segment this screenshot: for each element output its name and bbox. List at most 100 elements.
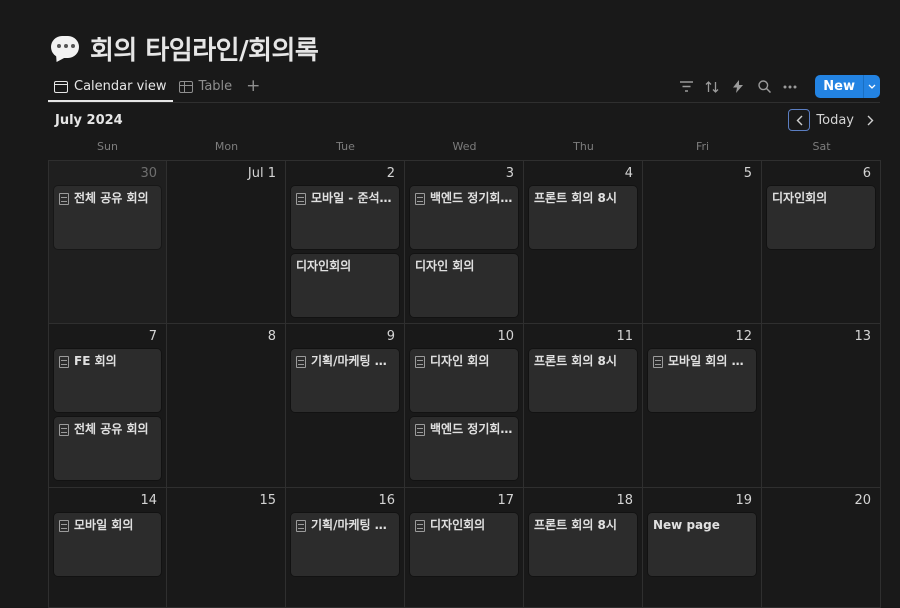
day-cell[interactable]: 15	[167, 488, 286, 608]
event-title: FE 회의	[74, 354, 117, 368]
day-cell[interactable]: 17 디자인회의	[405, 488, 524, 608]
speech-bubble-icon[interactable]	[50, 34, 80, 65]
event-list: 프론트 회의 8시	[529, 513, 637, 576]
day-cell[interactable]: 4 프론트 회의 8시	[524, 161, 643, 324]
sort-icon[interactable]	[703, 78, 721, 96]
event-card[interactable]: 기획/마케팅 회...	[291, 349, 399, 412]
day-cell[interactable]: 12 모바일 회의 밤9시	[643, 324, 762, 488]
day-cell[interactable]: 30 전체 공유 회의	[48, 161, 167, 324]
day-number: 18	[616, 493, 633, 508]
event-card[interactable]: 백엔드 정기회의...	[410, 186, 518, 249]
event-card[interactable]: 디자인 회의	[410, 349, 518, 412]
event-title: 백엔드 정기회의...	[430, 191, 513, 205]
event-card[interactable]: 모바일 회의	[54, 513, 161, 576]
day-cell[interactable]: 8	[167, 324, 286, 488]
event-list: 백엔드 정기회의... 디자인 회의	[410, 186, 518, 317]
filter-icon[interactable]	[677, 78, 695, 96]
event-list: 전체 공유 회의	[54, 186, 161, 249]
event-card[interactable]: 프론트 회의 8시	[529, 513, 637, 576]
day-number: 17	[497, 493, 514, 508]
day-cell[interactable]: 19 New page	[643, 488, 762, 608]
event-list: 모바일 회의	[54, 513, 161, 576]
event-list: 모바일 회의 밤9시	[648, 349, 756, 412]
day-number: 16	[378, 493, 395, 508]
event-card[interactable]: 프론트 회의 8시	[529, 186, 637, 249]
tab-table[interactable]: Table	[173, 76, 239, 102]
event-card[interactable]: 디자인회의	[767, 186, 875, 249]
day-cell[interactable]: 2 모바일 - 준석 애플... 디자인회의	[286, 161, 405, 324]
event-list: 모바일 - 준석 애플... 디자인회의	[291, 186, 399, 317]
weekday-label: Tue	[336, 140, 355, 153]
tab-calendar-view[interactable]: Calendar view	[48, 76, 173, 102]
day-cell[interactable]: 6 디자인회의	[762, 161, 881, 324]
event-title: New page	[653, 518, 720, 532]
day-number: 5	[743, 166, 752, 181]
day-cell[interactable]: 9 기획/마케팅 회...	[286, 324, 405, 488]
event-list: 디자인회의	[767, 186, 875, 249]
day-number: 7	[148, 329, 157, 344]
weekday-label: Wed	[452, 140, 477, 153]
event-card[interactable]: 디자인회의	[291, 254, 399, 317]
day-number: 9	[386, 329, 395, 344]
chevron-down-icon[interactable]	[863, 75, 880, 98]
event-title: 모바일 회의 밤9시	[668, 354, 751, 368]
search-icon[interactable]	[755, 78, 773, 96]
day-cell[interactable]: 5	[643, 161, 762, 324]
event-title: 모바일 회의	[74, 518, 134, 532]
event-card[interactable]: 디자인회의	[410, 513, 518, 576]
event-card[interactable]: 전체 공유 회의	[54, 417, 161, 480]
event-title: 디자인회의	[772, 191, 828, 205]
weekday-label: Sat	[812, 140, 831, 153]
event-card[interactable]: FE 회의	[54, 349, 161, 412]
event-title: 전체 공유 회의	[74, 191, 149, 205]
page-document-icon	[59, 424, 69, 436]
calendar-icon	[54, 80, 68, 93]
event-title: 디자인회의	[296, 259, 352, 273]
page-document-icon	[296, 193, 306, 205]
day-cell[interactable]: Jul 1	[167, 161, 286, 324]
day-number: 2	[386, 166, 395, 181]
event-title: 기획/마케팅 회...	[311, 518, 394, 532]
day-cell[interactable]: 18 프론트 회의 8시	[524, 488, 643, 608]
page-title[interactable]: 회의 타임라인/회의록	[90, 30, 319, 67]
day-cell[interactable]: 11 프론트 회의 8시	[524, 324, 643, 488]
chevron-right-icon[interactable]	[860, 110, 880, 130]
event-card[interactable]: 전체 공유 회의	[54, 186, 161, 249]
day-number: 6	[862, 166, 871, 181]
automation-lightning-icon[interactable]	[729, 78, 747, 96]
day-cell[interactable]: 13	[762, 324, 881, 488]
add-view-icon[interactable]: +	[246, 76, 260, 96]
page-document-icon	[415, 520, 425, 532]
new-button[interactable]: New	[815, 75, 880, 98]
tab-label: Calendar view	[74, 79, 167, 94]
day-cell[interactable]: 10 디자인 회의백엔드 정기회의...	[405, 324, 524, 488]
day-cell[interactable]: 20	[762, 488, 881, 608]
event-list: 프론트 회의 8시	[529, 349, 637, 412]
day-cell[interactable]: 7 FE 회의전체 공유 회의	[48, 324, 167, 488]
event-title: 디자인 회의	[430, 354, 490, 368]
event-card[interactable]: 백엔드 정기회의...	[410, 417, 518, 480]
event-card[interactable]: 프론트 회의 8시	[529, 349, 637, 412]
day-number: 11	[616, 329, 633, 344]
more-options-icon[interactable]	[781, 78, 799, 96]
event-list: FE 회의전체 공유 회의	[54, 349, 161, 480]
calendar-navigation: Today	[788, 109, 880, 131]
calendar-grid: 30 전체 공유 회의 Jul 1 2 모바일 - 준석 애플... 디자인회의 3 백엔드 …	[48, 160, 881, 608]
event-card[interactable]: 기획/마케팅 회...	[291, 513, 399, 576]
event-card[interactable]: 모바일 회의 밤9시	[648, 349, 756, 412]
day-cell[interactable]: 16 기획/마케팅 회...	[286, 488, 405, 608]
event-card[interactable]: 디자인 회의	[410, 254, 518, 317]
page-document-icon	[296, 356, 306, 368]
day-cell[interactable]: 14 모바일 회의	[48, 488, 167, 608]
day-cell[interactable]: 3 백엔드 정기회의... 디자인 회의	[405, 161, 524, 324]
new-button-label[interactable]: New	[815, 75, 863, 98]
day-number: 13	[854, 329, 871, 344]
chevron-left-icon[interactable]	[788, 109, 811, 131]
month-label: July 2024	[55, 113, 123, 128]
event-title: 프론트 회의 8시	[534, 191, 617, 205]
today-button[interactable]: Today	[816, 113, 854, 128]
view-tabs: Calendar view Table +	[48, 76, 260, 102]
event-card[interactable]: New page	[648, 513, 756, 576]
event-card[interactable]: 모바일 - 준석 애플...	[291, 186, 399, 249]
event-list: 프론트 회의 8시	[529, 186, 637, 249]
